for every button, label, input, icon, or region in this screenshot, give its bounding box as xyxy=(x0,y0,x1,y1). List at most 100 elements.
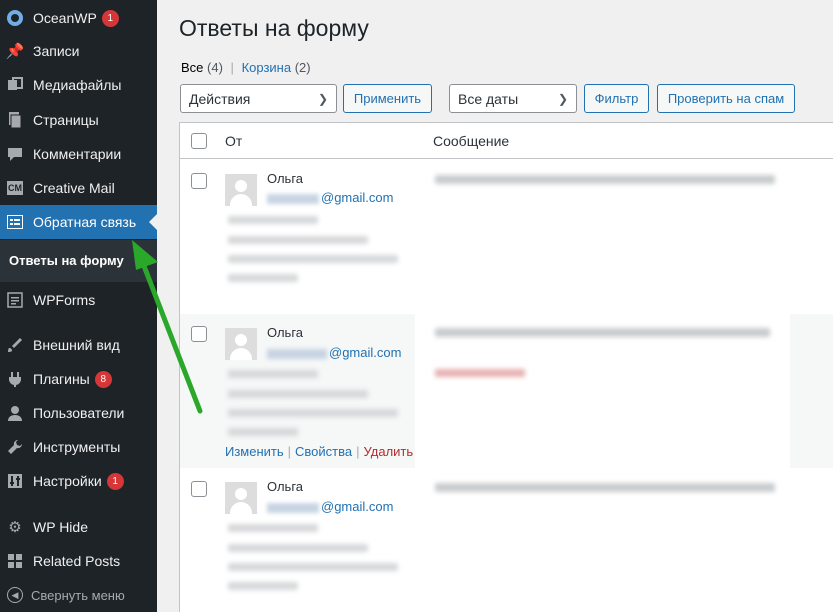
bulk-actions-select[interactable]: Действия ❯ xyxy=(180,84,337,113)
menu-item-wp-hide[interactable]: ⚙ WP Hide xyxy=(0,510,157,544)
blurred-url xyxy=(228,582,298,590)
sender-name: Ольга xyxy=(267,325,304,340)
menu-item-appearance[interactable]: Внешний вид xyxy=(0,328,157,362)
submenu-item-form-responses[interactable]: Ответы на форму xyxy=(9,253,124,268)
chevron-down-icon: ❯ xyxy=(557,91,568,106)
sender-email[interactable]: @gmail.com xyxy=(267,499,393,514)
sender-name: Ольга xyxy=(267,171,304,186)
properties-link[interactable]: Свойства xyxy=(295,444,352,459)
check-spam-button[interactable]: Проверить на спам xyxy=(657,84,795,113)
cm-icon: CM xyxy=(7,181,23,195)
filter-trash-count: (2) xyxy=(294,60,311,75)
blurred-url xyxy=(228,390,368,398)
comment-icon xyxy=(5,144,25,164)
blurred-message xyxy=(435,328,770,337)
sender-email[interactable]: @gmail.com xyxy=(267,345,401,360)
avatar xyxy=(225,482,257,514)
row-checkbox[interactable] xyxy=(191,481,207,497)
filter-trash-link[interactable]: Корзина xyxy=(242,60,292,75)
blurred-message-actions xyxy=(435,369,525,377)
menu-label: Комментарии xyxy=(33,146,122,162)
menu-item-tools[interactable]: Инструменты xyxy=(0,430,157,464)
menu-label: Свернуть меню xyxy=(31,587,125,603)
menu-label: Инструменты xyxy=(33,439,121,455)
menu-item-related-posts[interactable]: Related Posts xyxy=(0,544,157,578)
filter-all-link[interactable]: Все xyxy=(181,60,203,75)
table-row: Ольга @gmail.com xyxy=(180,468,833,612)
user-icon xyxy=(5,403,25,423)
menu-label: OceanWP xyxy=(33,10,97,26)
menu-label: WP Hide xyxy=(33,519,88,535)
menu-item-pages[interactable]: Страницы xyxy=(0,103,157,137)
menu-label: Настройки xyxy=(33,473,102,489)
collapse-icon: ◀ xyxy=(7,587,23,603)
chevron-down-icon: ❯ xyxy=(317,91,328,106)
menu-item-creative-mail[interactable]: CM Creative Mail xyxy=(0,171,157,205)
menu-item-feedback[interactable]: Обратная связь xyxy=(0,205,157,239)
admin-sidebar: OceanWP 1 📌 Записи Медиафайлы Страницы К… xyxy=(0,0,157,612)
menu-item-wpforms[interactable]: WPForms xyxy=(0,283,157,317)
notification-badge: 1 xyxy=(101,9,119,27)
blurred-url xyxy=(228,428,298,436)
select-all-checkbox[interactable] xyxy=(191,133,207,149)
menu-item-plugins[interactable]: Плагины 8 xyxy=(0,362,157,396)
status-filters: Все (4) | Корзина (2) xyxy=(181,60,311,75)
blurred-url xyxy=(228,563,398,571)
bulk-actions-value: Действия xyxy=(189,90,251,107)
sender-email[interactable]: @gmail.com xyxy=(267,190,393,205)
table-row: Ольга @gmail.com xyxy=(180,160,833,314)
menu-label: Страницы xyxy=(33,112,99,128)
blurred-url xyxy=(228,255,398,263)
menu-item-users[interactable]: Пользователи xyxy=(0,396,157,430)
menu-label: Related Posts xyxy=(33,553,121,569)
menu-label: Плагины xyxy=(33,371,90,387)
blurred-message xyxy=(435,483,775,492)
blurred-url xyxy=(228,236,368,244)
sender-name: Ольга xyxy=(267,479,304,494)
gear-icon: ⚙ xyxy=(8,519,22,536)
menu-label: Обратная связь xyxy=(33,214,137,230)
feedback-icon xyxy=(5,212,25,232)
table-header: От Сообщение xyxy=(180,123,833,159)
menu-label: Creative Mail xyxy=(33,180,115,196)
edit-link[interactable]: Изменить xyxy=(225,444,284,459)
wpforms-icon xyxy=(5,290,25,310)
pin-icon: 📌 xyxy=(5,43,25,60)
menu-label: WPForms xyxy=(33,292,96,308)
notification-badge: 1 xyxy=(106,472,124,490)
blurred-ip xyxy=(228,370,318,378)
delete-link[interactable]: Удалить xyxy=(364,444,414,459)
notification-badge: 8 xyxy=(94,370,112,388)
menu-item-posts[interactable]: 📌 Записи xyxy=(0,34,157,68)
media-icon xyxy=(5,75,25,95)
row-checkbox[interactable] xyxy=(191,326,207,342)
filter-button[interactable]: Фильтр xyxy=(584,84,649,113)
table-row: Ольга @gmail.com Изменить | Свойства | Удали… xyxy=(180,314,833,468)
avatar xyxy=(225,174,257,206)
plugin-icon xyxy=(5,369,25,389)
filter-all-count: (4) xyxy=(207,60,223,75)
date-filter-select[interactable]: Все даты ❯ xyxy=(449,84,577,113)
menu-item-settings[interactable]: Настройки 1 xyxy=(0,464,157,498)
responses-table: От Сообщение Ольга @gmail.com Ольга @gma… xyxy=(179,122,833,612)
main-content: Ответы на форму Все (4) | Корзина (2) Де… xyxy=(157,0,833,612)
apply-button[interactable]: Применить xyxy=(343,84,432,113)
menu-label: Медиафайлы xyxy=(33,77,122,93)
menu-label: Пользователи xyxy=(33,405,125,421)
menu-label: Внешний вид xyxy=(33,337,120,353)
menu-item-media[interactable]: Медиафайлы xyxy=(0,68,157,102)
page-icon xyxy=(5,110,25,130)
column-header-message[interactable]: Сообщение xyxy=(433,133,509,149)
blurred-url xyxy=(228,409,398,417)
menu-item-comments[interactable]: Комментарии xyxy=(0,137,157,171)
menu-label: Записи xyxy=(33,43,80,59)
blurred-url xyxy=(228,274,298,282)
wrench-icon xyxy=(5,437,25,457)
grid-icon xyxy=(5,551,25,571)
row-checkbox[interactable] xyxy=(191,173,207,189)
menu-item-oceanwp[interactable]: OceanWP 1 xyxy=(0,1,157,35)
avatar xyxy=(225,328,257,360)
column-header-from[interactable]: От xyxy=(225,133,242,149)
collapse-menu-button[interactable]: ◀ Свернуть меню xyxy=(0,578,157,612)
blurred-message xyxy=(435,175,775,184)
